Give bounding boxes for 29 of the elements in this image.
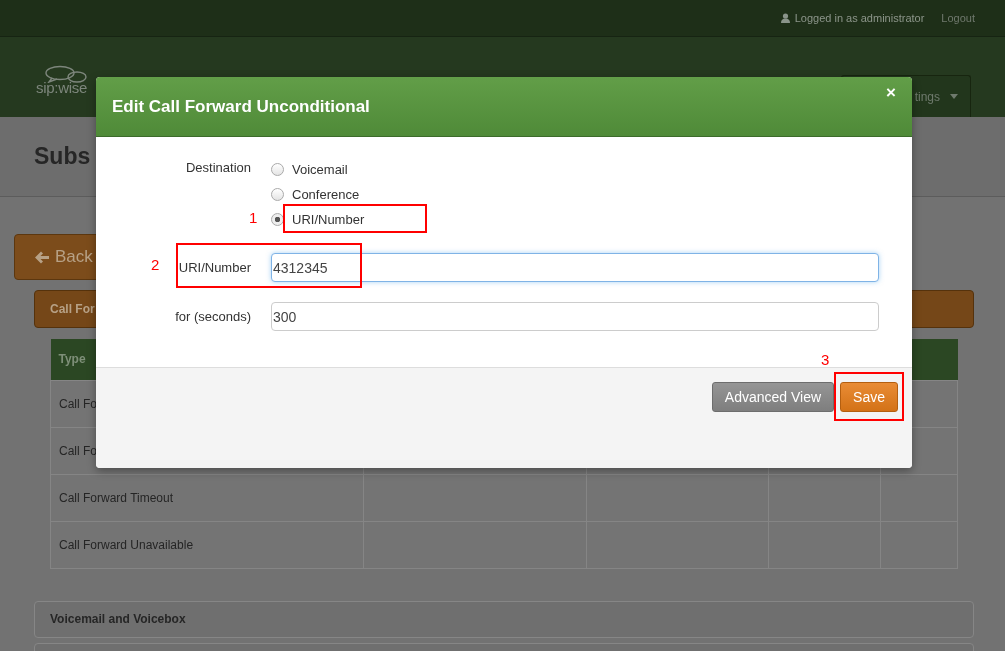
input-field[interactable]: 4312345 xyxy=(271,253,879,282)
dialog-title: Edit Call Forward Unconditional xyxy=(112,96,370,117)
highlight-frame xyxy=(834,372,904,421)
radio-button[interactable] xyxy=(271,188,284,201)
input-field[interactable]: 300 xyxy=(271,302,879,331)
table-cell: Call Forward Timeout xyxy=(50,474,364,521)
caret-icon xyxy=(950,94,958,99)
radio-label[interactable]: URI/Number xyxy=(292,212,365,227)
table-cell: Call Forward Unavailable xyxy=(50,521,364,568)
radio-button[interactable] xyxy=(271,163,284,176)
step-number: 1 xyxy=(249,209,258,226)
logo-text: sip:wise xyxy=(36,78,87,96)
radio-label[interactable]: Conference xyxy=(292,187,360,202)
save-button[interactable]: Save xyxy=(840,382,898,412)
logged-in-text: Logged in as administrator xyxy=(794,12,925,24)
field-label: Destination xyxy=(185,160,251,175)
field-label: URI/Number xyxy=(178,259,251,275)
close-button[interactable]: × xyxy=(886,83,896,103)
arrow-left-icon xyxy=(35,250,49,264)
advanced-view-button[interactable]: Advanced View xyxy=(711,382,835,412)
step-number: 3 xyxy=(821,351,830,368)
page-title: Subs xyxy=(34,143,91,170)
field-label: for (seconds) xyxy=(175,308,251,324)
section-header[interactable]: Voicemail and Voicebox xyxy=(34,600,974,638)
logout-link[interactable]: Logout xyxy=(941,12,975,24)
chat-bubbles-icon xyxy=(44,64,88,83)
user-icon xyxy=(780,13,790,23)
radio-label[interactable]: Voicemail xyxy=(292,162,348,177)
step-number: 2 xyxy=(151,256,160,273)
